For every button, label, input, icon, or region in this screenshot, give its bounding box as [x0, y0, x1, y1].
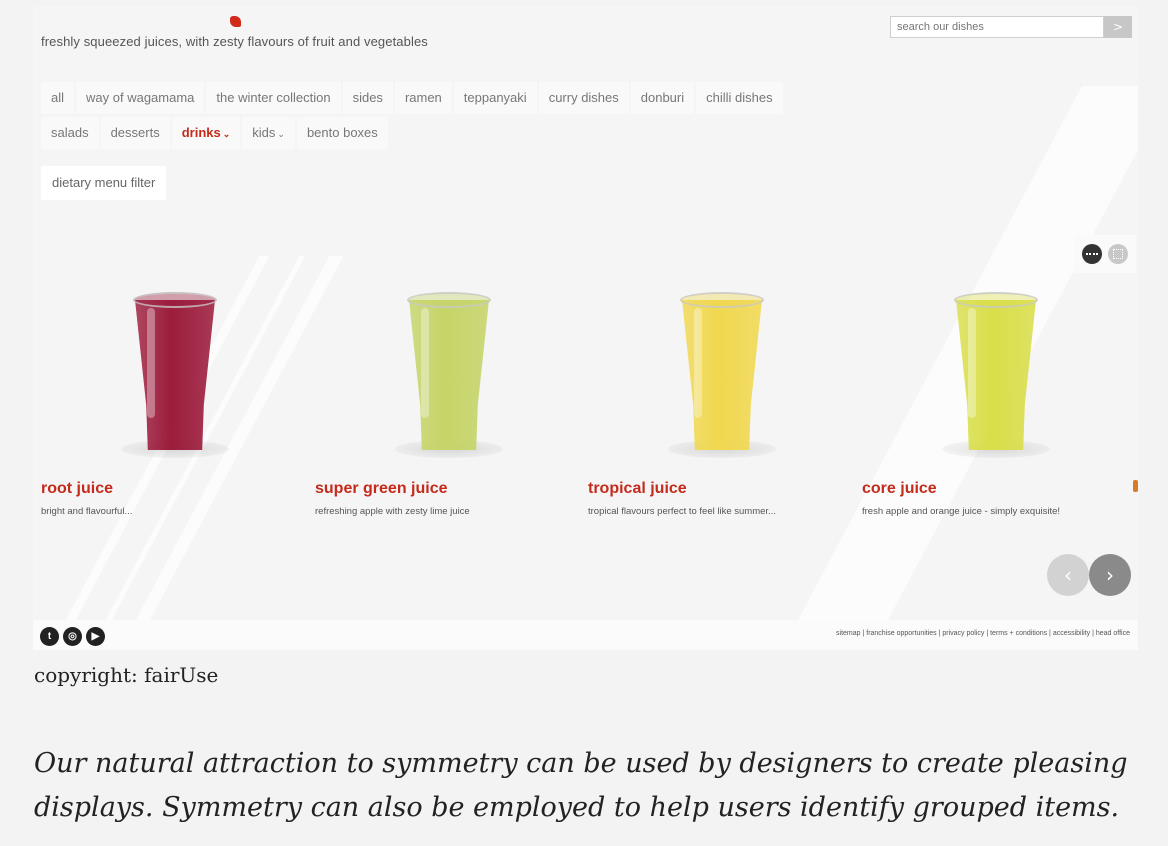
- product-name[interactable]: core juice: [862, 480, 1122, 498]
- product-name[interactable]: super green juice: [315, 480, 575, 498]
- article-caption: Our natural attraction to symmetry can b…: [34, 748, 1128, 823]
- nav-item-curry-dishes[interactable]: curry dishes: [538, 82, 629, 114]
- list-view-icon[interactable]: [1082, 244, 1102, 264]
- nav-item-bento-boxes[interactable]: bento boxes: [296, 117, 388, 149]
- social-links: t ◎ ▶: [40, 627, 105, 646]
- search-bar: >: [890, 16, 1132, 38]
- carousel-prev-button[interactable]: ‹: [1047, 554, 1089, 596]
- search-input[interactable]: [890, 16, 1104, 38]
- product-description: bright and flavourful...: [41, 506, 133, 517]
- nav-item-label: desserts: [110, 125, 160, 140]
- product-card[interactable]: tropical juice tropical flavours perfect …: [588, 292, 848, 517]
- brand-logo-icon[interactable]: [230, 16, 241, 27]
- screenshot-frame: freshly squeezed juices, with zesty flav…: [33, 6, 1138, 650]
- nav-item-donburi[interactable]: donburi: [630, 82, 695, 114]
- twitter-icon[interactable]: t: [40, 627, 59, 646]
- nav-item-sides[interactable]: sides: [342, 82, 393, 114]
- nav-item-desserts[interactable]: desserts: [100, 117, 170, 149]
- nav-item-label: salads: [51, 125, 89, 140]
- nav-item-the-winter-collection[interactable]: the winter collection: [206, 82, 341, 114]
- footer-links[interactable]: sitemap | franchise opportunities | priv…: [836, 630, 1130, 637]
- product-name[interactable]: tropical juice: [588, 480, 848, 498]
- nav-item-kids[interactable]: kids ⌄: [242, 117, 295, 149]
- nav-item-all[interactable]: all: [41, 82, 75, 114]
- nav-item-chilli-dishes[interactable]: chilli dishes: [696, 82, 783, 114]
- juice-glass-image[interactable]: [121, 292, 229, 458]
- product-description: refreshing apple with zesty lime juice: [315, 506, 470, 517]
- product-card[interactable]: core juice fresh apple and orange juice -…: [862, 292, 1122, 517]
- carousel-next-button[interactable]: ›: [1089, 554, 1131, 596]
- image-copyright: copyright: fairUse: [34, 663, 219, 687]
- product-name[interactable]: root juice: [41, 480, 301, 498]
- youtube-icon[interactable]: ▶: [86, 627, 105, 646]
- nav-item-way-of-wagamama[interactable]: way of wagamama: [76, 82, 205, 114]
- instagram-icon[interactable]: ◎: [63, 627, 82, 646]
- category-nav-row-2: salads desserts drinks ⌄ kids ⌄ bento boxes: [41, 117, 388, 149]
- product-card[interactable]: root juice bright and flavourful...: [41, 292, 301, 517]
- view-toggle: [1074, 235, 1136, 273]
- nav-item-salads[interactable]: salads: [41, 117, 99, 149]
- category-nav-row-1: all way of wagamama the winter collection s…: [41, 82, 783, 114]
- next-product-name-partial: [1133, 480, 1138, 492]
- nav-item-ramen[interactable]: ramen: [394, 82, 452, 114]
- page-tagline: freshly squeezed juices, with zesty flav…: [41, 34, 428, 49]
- product-description: tropical flavours perfect to feel like s…: [588, 506, 776, 517]
- nav-item-drinks[interactable]: drinks ⌄: [171, 117, 241, 149]
- nav-item-label: drinks: [181, 125, 221, 140]
- product-description: fresh apple and orange juice - simply ex…: [862, 506, 1061, 517]
- dietary-filter-button[interactable]: dietary menu filter: [41, 166, 167, 200]
- nav-item-label: bento boxes: [306, 125, 378, 140]
- chevron-down-icon: ⌄: [277, 129, 285, 139]
- juice-glass-image[interactable]: [942, 292, 1050, 458]
- product-card[interactable]: super green juice refreshing apple with z…: [315, 292, 575, 517]
- search-submit-button[interactable]: >: [1104, 16, 1132, 38]
- juice-glass-image[interactable]: [668, 292, 776, 458]
- nav-item-label: kids: [252, 125, 276, 140]
- chevron-down-icon: ⌄: [222, 129, 231, 139]
- grid-view-icon[interactable]: [1108, 244, 1128, 264]
- juice-glass-image[interactable]: [395, 292, 503, 458]
- nav-item-teppanyaki[interactable]: teppanyaki: [453, 82, 537, 114]
- site-footer: t ◎ ▶ sitemap | franchise opportunities …: [33, 620, 1138, 650]
